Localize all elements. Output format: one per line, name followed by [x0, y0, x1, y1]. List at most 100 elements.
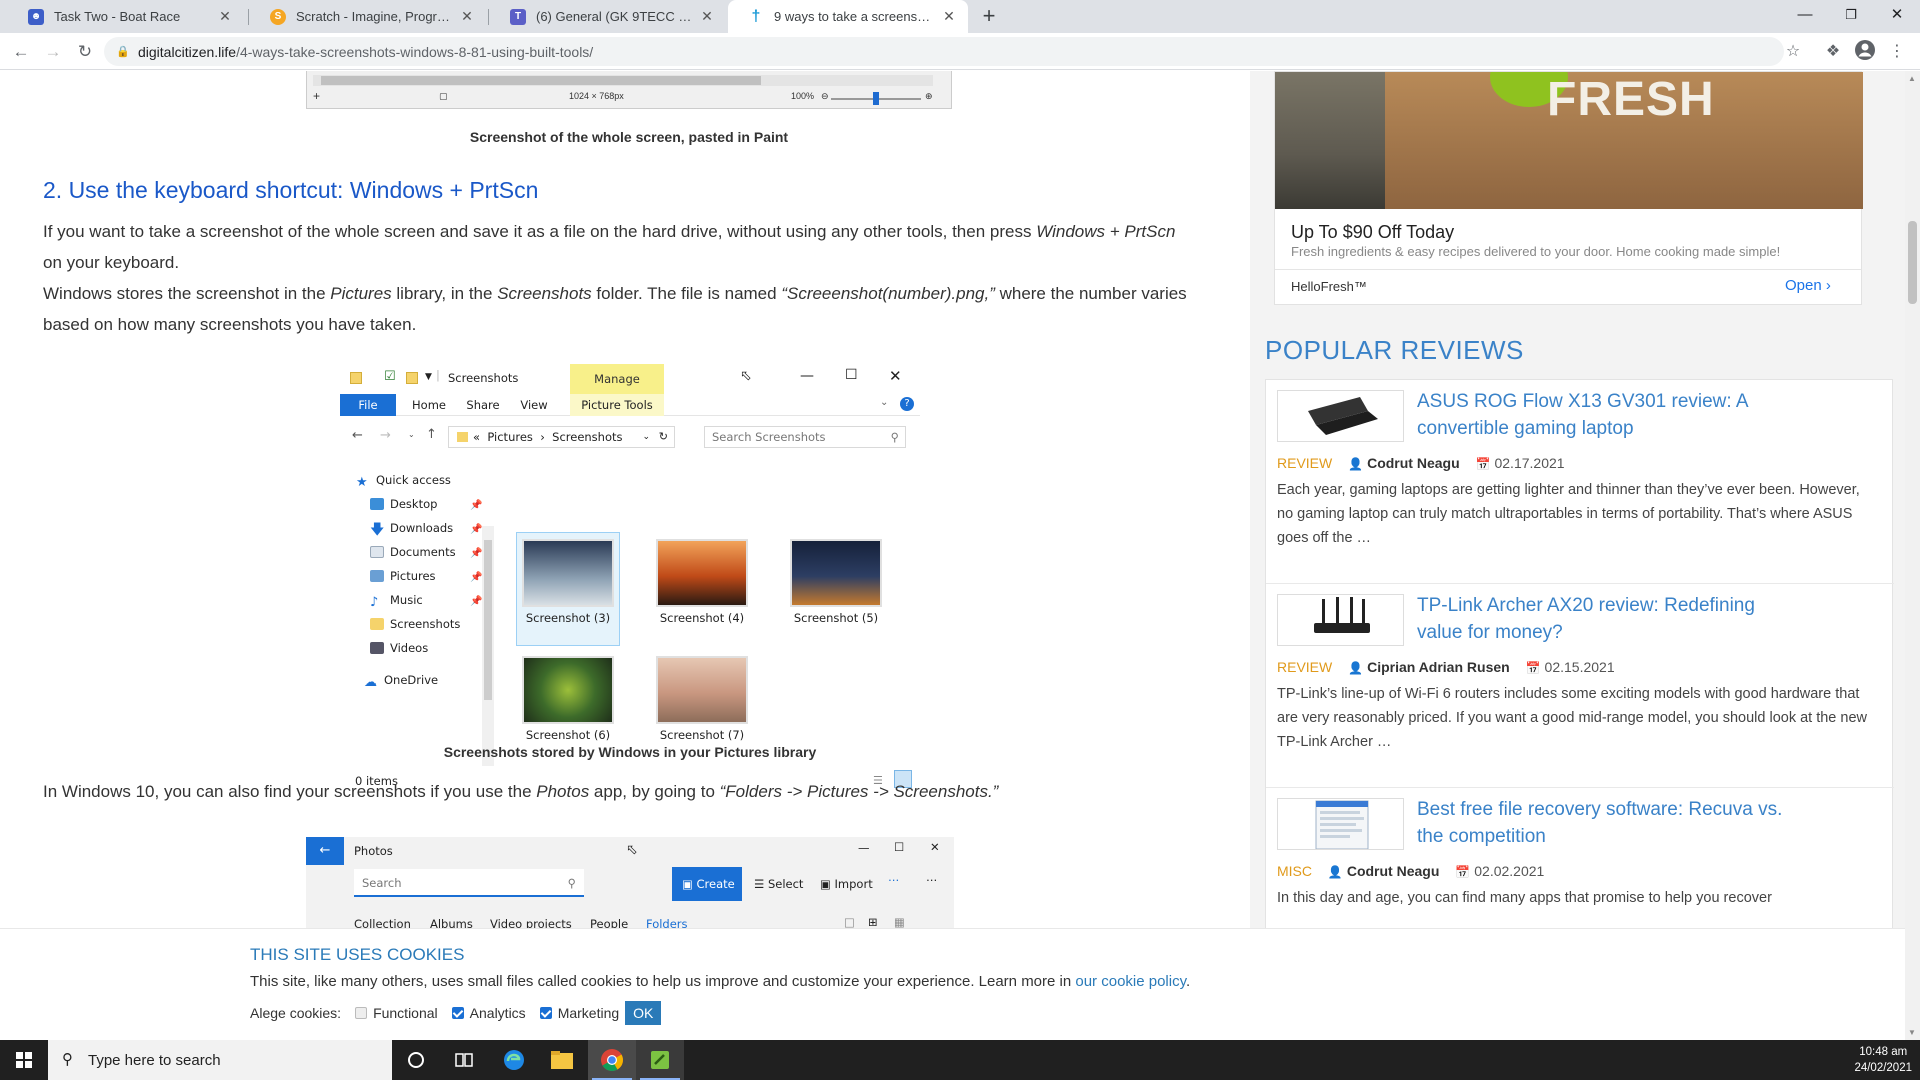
tab-teams[interactable]: T (6) General (GK 9TECC (84A)) | M ✕ — [490, 0, 726, 33]
review-category[interactable]: REVIEW — [1277, 659, 1332, 675]
cookie-ok-button[interactable]: OK — [625, 1001, 662, 1025]
clock-date: 24/02/2021 — [1854, 1062, 1912, 1074]
review-title-link[interactable]: Best free file recovery software: Recuva… — [1417, 796, 1797, 850]
review-title-link[interactable]: TP-Link Archer AX20 review: Redefining v… — [1417, 592, 1797, 646]
minimize-icon: — — [800, 368, 814, 384]
maximize-icon: ☐ — [845, 367, 858, 383]
ad-open-button[interactable]: Open › — [1785, 277, 1831, 294]
close-icon: ✕ — [889, 367, 902, 385]
nav-quick-access: ★ Quick access — [356, 473, 451, 490]
nav-onedrive: ☁ OneDrive — [364, 673, 439, 690]
explorer-ribbon: File Home Share View Picture Tools ⌄ ? — [340, 394, 920, 416]
close-tab-icon[interactable]: ✕ — [458, 8, 476, 25]
scroll-down-icon[interactable]: ▼ — [1908, 1028, 1916, 1037]
forward-arrow-icon: → — [380, 428, 391, 443]
page-scrollbar[interactable]: ▲ ▼ — [1905, 71, 1920, 1040]
close-tab-icon[interactable]: ✕ — [940, 8, 958, 25]
review-author[interactable]: Ciprian Adrian Rusen — [1367, 659, 1510, 675]
figure-caption: Screenshots stored by Windows in your Pi… — [443, 744, 817, 760]
extensions-puzzle-icon[interactable]: ❖ — [1820, 39, 1846, 65]
review-author[interactable]: Codrut Neagu — [1347, 863, 1440, 879]
review-thumbnail[interactable] — [1277, 594, 1404, 646]
cortana-circle-icon — [408, 1052, 424, 1068]
bookmark-star-icon[interactable]: ☆ — [1780, 39, 1806, 65]
chrome-app-button[interactable] — [588, 1040, 636, 1080]
analytics-checkbox[interactable] — [451, 1007, 464, 1019]
file-thumbnail: Screenshot (4) — [650, 539, 754, 625]
green-app-button[interactable] — [636, 1040, 684, 1080]
figure-caption: Screenshot of the whole screen, pasted i… — [469, 129, 789, 145]
new-tab-button[interactable]: + — [976, 4, 1002, 30]
scrollbar-thumb[interactable] — [1908, 221, 1917, 304]
start-button[interactable] — [0, 1040, 48, 1080]
file-explorer-screenshot-image: ☑ ▼ | Screenshots Manage ⬁ — ☐ ✕ File Ho… — [340, 364, 920, 804]
paragraph: If you want to take a screenshot of the … — [43, 222, 1176, 272]
back-arrow-icon: ← — [352, 428, 363, 443]
tab-scratch[interactable]: S Scratch - Imagine, Program, Shar ✕ — [250, 0, 486, 33]
review-category[interactable]: REVIEW — [1277, 455, 1332, 471]
photos-import-button: ▣ Import — [820, 877, 873, 891]
review-excerpt: TP-Link’s line-up of Wi-Fi 6 routers inc… — [1277, 686, 1868, 750]
paint-zoom: 100% — [791, 91, 815, 101]
taskbar-clock[interactable]: 10:48 am 24/02/2021 — [1854, 1044, 1912, 1076]
marketing-checkbox[interactable] — [539, 1007, 552, 1019]
file-thumbnail: Screenshot (6) — [516, 656, 620, 742]
chrome-icon — [601, 1049, 623, 1071]
view-grid-icon: ⊞ — [868, 915, 878, 929]
address-bar[interactable]: 🔒 digitalcitizen.life/4-ways-take-screen… — [104, 37, 1784, 66]
reload-button[interactable]: ↻ — [72, 39, 98, 65]
user-icon: 👤 — [1327, 865, 1343, 879]
chevron-down-icon: ⌄ — [642, 432, 650, 442]
review-category[interactable]: MISC — [1277, 863, 1312, 879]
menu-kebab-icon[interactable]: ⋮ — [1884, 39, 1910, 65]
review-item: TP-Link Archer AX20 review: Redefining v… — [1266, 584, 1894, 788]
forward-button[interactable]: → — [40, 39, 66, 65]
file-name: Screenshot (6) — [525, 728, 611, 742]
review-meta: REVIEW 👤 Ciprian Adrian Rusen 📅 02.15.2021 — [1277, 659, 1615, 675]
tab-boat-race[interactable]: ☻ Task Two - Boat Race ✕ — [8, 0, 244, 33]
file-thumbnail: Screenshot (7) — [650, 656, 754, 742]
scroll-up-icon[interactable]: ▲ — [1908, 74, 1916, 83]
review-meta: MISC 👤 Codrut Neagu 📅 02.02.2021 — [1277, 863, 1544, 879]
minimize-window-button[interactable]: — — [1782, 0, 1828, 30]
close-tab-icon[interactable]: ✕ — [216, 8, 234, 25]
nav-screenshots: Screenshots — [370, 614, 460, 634]
paint-screenshot-image: + ▢ 1024 × 768px 100% ⊖ ⊕ — [306, 71, 952, 109]
task-view-icon — [455, 1053, 473, 1067]
review-thumbnail[interactable] — [1277, 798, 1404, 850]
functional-label: Functional — [373, 1005, 438, 1021]
cortana-button[interactable] — [392, 1040, 440, 1080]
document-icon — [370, 546, 384, 558]
nav-videos: Videos — [370, 638, 428, 658]
ribbon-tab-home: Home — [412, 398, 446, 412]
ad-subtitle: Fresh ingredients & easy recipes deliver… — [1291, 244, 1781, 259]
photos-app-screenshot-image: ← Photos ⬁ — ☐ ✕ Search ⚲ ▣ Create ☰ Sel… — [306, 837, 954, 937]
file-explorer-app-button[interactable] — [538, 1040, 586, 1080]
review-author[interactable]: Codrut Neagu — [1367, 455, 1460, 471]
cookie-banner: THIS SITE USES COOKIES This site, like m… — [0, 928, 1905, 1040]
paragraph: In Windows 10, you can also find your sc… — [43, 782, 999, 801]
user-profile-favicon-icon: ☻ — [28, 8, 44, 25]
task-view-button[interactable] — [440, 1040, 488, 1080]
cookie-policy-link[interactable]: our cookie policy — [1075, 973, 1186, 990]
edge-app-button[interactable] — [490, 1040, 538, 1080]
file-thumbnail: Screenshot (3) — [516, 532, 620, 646]
refresh-icon: ↻ — [658, 430, 668, 443]
folder-icon — [350, 372, 362, 384]
functional-checkbox[interactable] — [355, 1007, 368, 1019]
cookie-choose-label: Alege cookies: — [250, 1005, 342, 1021]
restore-window-button[interactable]: ❐ — [1828, 0, 1874, 30]
ad-brand: HelloFresh™ — [1291, 279, 1367, 294]
review-thumbnail[interactable] — [1277, 390, 1404, 442]
tab-digitalcitizen[interactable]: † 9 ways to take a screenshot on a ✕ — [728, 0, 968, 33]
review-title-link[interactable]: ASUS ROG Flow X13 GV301 review: A conver… — [1417, 388, 1797, 442]
search-icon: ⚲ — [567, 876, 576, 890]
back-button[interactable]: ← — [8, 39, 34, 65]
ad-image: FRESH — [1275, 72, 1863, 209]
close-tab-icon[interactable]: ✕ — [698, 8, 716, 25]
taskbar-search-box[interactable]: ⚲ Type here to search — [48, 1040, 392, 1080]
close-window-button[interactable]: ✕ — [1874, 0, 1920, 30]
review-date: 02.15.2021 — [1544, 659, 1615, 675]
hellofresh-ad[interactable]: FRESH Up To $90 Off Today Fresh ingredie… — [1274, 71, 1863, 305]
profile-avatar-icon[interactable] — [1852, 39, 1878, 65]
